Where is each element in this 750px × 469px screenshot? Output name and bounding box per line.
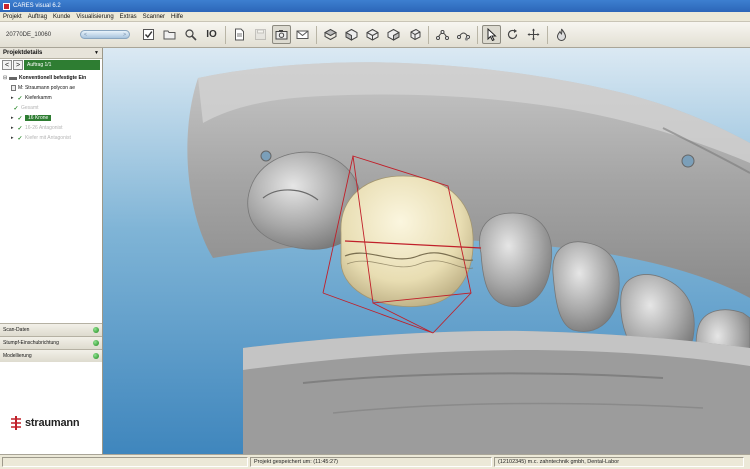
view-top-icon[interactable] (321, 25, 340, 44)
document-icon (11, 85, 16, 91)
menu-extras[interactable]: Extras (120, 14, 137, 20)
tree-item-label: Kieferkamm (25, 95, 52, 101)
status-saved: Projekt gespeichert um: (11:45:27) (250, 457, 492, 467)
stage-modellierung[interactable]: Modellierung (0, 349, 102, 362)
menu-scanner[interactable]: Scanner (143, 14, 165, 20)
tree-item-restoration-type[interactable]: ⊟ Konventionell befestigte Ein (3, 73, 102, 83)
tree-item-label: Gesamt (21, 105, 39, 111)
view-back-icon[interactable] (405, 25, 424, 44)
project-details-panel: Projektdetails ▼ < > Auftrag 1/1 ⊟ Konve… (0, 48, 103, 454)
title-bar: CARES visual 6.2 (0, 0, 750, 12)
tree-item-label: 16 Krone (25, 115, 52, 121)
view-front-icon[interactable] (342, 25, 361, 44)
panel-header[interactable]: Projektdetails ▼ (0, 48, 102, 59)
check-icon: ✓ (17, 115, 23, 122)
status-dot-icon (93, 353, 99, 359)
tree-item-16-krone[interactable]: ▸ ✓ 16 Krone (3, 113, 102, 123)
magnify-icon[interactable] (181, 25, 200, 44)
status-dot-icon (93, 327, 99, 333)
menu-projekt[interactable]: Projekt (3, 14, 22, 20)
bar-icon (9, 76, 17, 80)
view-iso-icon[interactable] (363, 25, 382, 44)
status-user: (12102345) m.c. zahntechnik gmbh, Dental… (494, 457, 744, 467)
toolbar-separator (428, 25, 429, 44)
menu-bar: Projekt Auftrag Kunde Visualisierung Ext… (0, 12, 750, 22)
order-navigator: < > Auftrag 1/1 (0, 59, 102, 71)
chevron-down-icon[interactable]: ▼ (94, 50, 99, 56)
window-title: CARES visual 6.2 (13, 3, 61, 9)
menu-visualisierung[interactable]: Visualisierung (76, 14, 113, 20)
document-icon[interactable] (230, 25, 249, 44)
dental-model-render[interactable] (103, 48, 750, 454)
tooth-right-1 (479, 212, 553, 307)
project-tree: ⊟ Konventionell befestigte Ein M: Straum… (0, 71, 102, 143)
save-icon[interactable] (251, 25, 270, 44)
status-empty (2, 457, 248, 467)
check-icon: ✓ (17, 125, 23, 132)
node-graph-alt-icon[interactable] (454, 25, 473, 44)
stage-label: Stumpf-Einschubrichtung (3, 340, 59, 346)
toolbar-separator (477, 25, 478, 44)
tree-item-material[interactable]: M: Straumann polycon ae (3, 83, 102, 93)
tree-item-kieferkamm[interactable]: ▸ ✓ Kieferkamm (3, 93, 102, 103)
camera-icon[interactable] (272, 25, 291, 44)
tree-item-antagonist[interactable]: ▸ ✓ 16-26 Antagonist (3, 123, 102, 133)
order-next-button[interactable]: > (13, 60, 23, 70)
toolbar-separator (316, 25, 317, 44)
tree-item-label: Konventionell befestigte Ein (19, 75, 87, 81)
case-next-button[interactable]: > (123, 32, 126, 38)
menu-hilfe[interactable]: Hilfe (171, 14, 183, 20)
menu-auftrag[interactable]: Auftrag (28, 14, 47, 20)
case-id-label: 20770DE_10060 (6, 31, 52, 38)
pan-icon[interactable] (524, 25, 543, 44)
folder-open-icon[interactable] (160, 25, 179, 44)
cares-app-window: CARES visual 6.2 Projekt Auftrag Kunde V… (0, 0, 750, 469)
tree-item-label: 16-26 Antagonist (25, 125, 63, 131)
straumann-mark-icon (11, 416, 21, 430)
order-label[interactable]: Auftrag 1/1 (24, 60, 100, 70)
status-bar: Projekt gespeichert um: (11:45:27) (1210… (0, 454, 750, 469)
flame-icon[interactable] (552, 25, 571, 44)
tree-item-label: M: Straumann polycon ae (18, 85, 75, 91)
panel-title: Projektdetails (3, 50, 43, 56)
stage-scan-daten[interactable]: Scan-Daten (0, 323, 102, 336)
rotate-icon[interactable] (503, 25, 522, 44)
workflow-stages: Scan-Daten Stumpf-Einschubrichtung Model… (0, 323, 102, 362)
toolbar: 20770DE_10060 < > IO (0, 22, 750, 48)
stage-label: Scan-Daten (3, 327, 30, 333)
view-side-icon[interactable] (384, 25, 403, 44)
straumann-logo: straumann (10, 416, 80, 430)
order-prev-button[interactable]: < (2, 60, 12, 70)
app-icon (3, 2, 10, 10)
tree-item-gesamt[interactable]: ✓ Gesamt (3, 103, 102, 113)
tooth-right-2 (552, 241, 620, 332)
menu-kunde[interactable]: Kunde (53, 14, 70, 20)
mail-icon[interactable] (293, 25, 312, 44)
check-icon[interactable] (139, 25, 158, 44)
check-icon: ✓ (17, 135, 23, 142)
tree-item-label: Kiefer mit Antagonist (25, 135, 71, 141)
logo-text: straumann (25, 417, 80, 429)
case-prev-button[interactable]: < (84, 32, 87, 38)
stage-stumpf-einschubrichtung[interactable]: Stumpf-Einschubrichtung (0, 336, 102, 349)
check-icon: ✓ (13, 105, 19, 112)
pointer-icon[interactable] (482, 25, 501, 44)
check-icon: ✓ (17, 95, 23, 102)
io-icon[interactable]: IO (202, 25, 221, 44)
node-graph-icon[interactable] (433, 25, 452, 44)
tree-item-kiefer-antagonist[interactable]: ▸ ✓ Kiefer mit Antagonist (3, 133, 102, 143)
status-dot-icon (93, 340, 99, 346)
3d-viewport[interactable] (103, 48, 750, 454)
case-navigator[interactable]: < > (80, 30, 130, 39)
toolbar-separator (547, 25, 548, 44)
stage-label: Modellierung (3, 353, 32, 359)
toolbar-separator (225, 25, 226, 44)
